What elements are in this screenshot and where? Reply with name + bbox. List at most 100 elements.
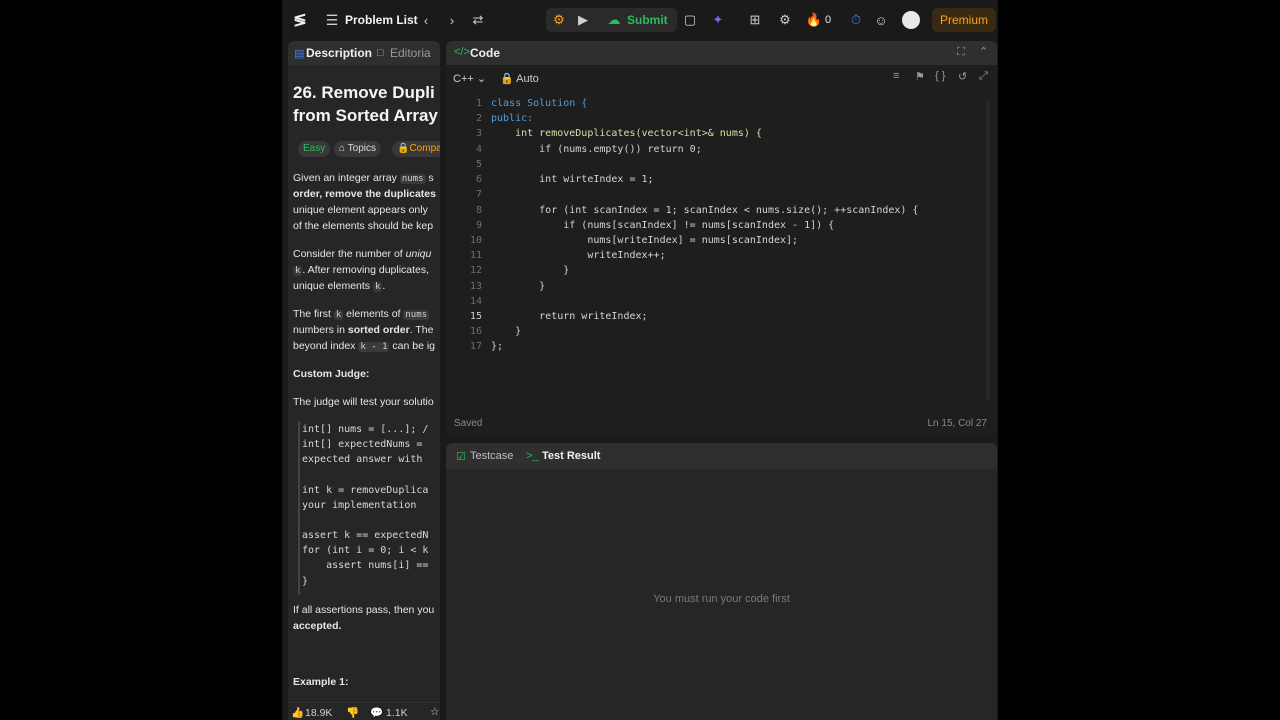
text: Consider the number of	[293, 248, 406, 260]
star-icon[interactable]: ☆	[430, 706, 439, 718]
judge-code-line: int[] nums = [...]; /	[302, 424, 429, 435]
tag-icon: ⌂	[339, 143, 348, 154]
save-status: Saved	[454, 418, 483, 429]
problem-list-link[interactable]: Problem List	[345, 13, 418, 27]
text: . After removing duplicates,	[302, 264, 430, 276]
companies-pill[interactable]: 🔒Compar	[392, 141, 440, 157]
line-number: 16	[469, 326, 482, 337]
tab-editorial[interactable]: Editoria	[390, 46, 431, 60]
tab-description[interactable]: Description	[306, 46, 372, 60]
text: numbers in	[293, 324, 348, 336]
judge-intro: The judge will test your solutio	[293, 396, 434, 408]
companies-label: Compar	[409, 143, 440, 154]
reset-icon[interactable]: ↺	[958, 70, 967, 83]
run-button[interactable]: ▶	[573, 10, 593, 30]
streak-flame-icon[interactable]: 🔥	[804, 10, 824, 30]
description-footer: 👍 18.9K 👎 💬 1.1K ☆	[288, 702, 440, 720]
code-line: public:	[491, 113, 534, 124]
text: . The	[409, 324, 434, 336]
text: The first	[293, 308, 334, 320]
text: beyond index	[293, 340, 359, 352]
code-brackets-icon: </>	[454, 46, 470, 58]
add-friend-icon[interactable]: ☺	[871, 10, 891, 30]
timer-icon[interactable]: ⏱	[846, 10, 866, 30]
comment-icon[interactable]: 💬	[370, 706, 383, 719]
like-count: 18.9K	[305, 707, 333, 719]
cursor-position: Ln 15, Col 27	[927, 418, 988, 429]
judge-code-line: expected answer with	[302, 454, 423, 465]
desc-line: unique element appears only	[293, 204, 428, 216]
code-title: Code	[470, 46, 500, 60]
auto-mode-toggle[interactable]: 🔒 Auto	[500, 72, 539, 85]
code-line: if (nums.empty()) return 0;	[491, 144, 702, 155]
difficulty-badge[interactable]: Easy	[298, 141, 331, 157]
code-line: nums[writeIndex] = nums[scanIndex];	[491, 235, 799, 246]
layout-icon[interactable]: ⊞	[745, 10, 765, 30]
maximize-icon[interactable]: ⛶	[957, 46, 965, 59]
topics-label: Topics	[347, 143, 376, 154]
code-line: return writeIndex;	[491, 311, 648, 322]
notes-icon[interactable]: ▢	[680, 10, 700, 30]
leetcode-logo-icon[interactable]: ≶	[290, 10, 310, 30]
description-tab-icon: ▤	[294, 48, 305, 60]
premium-button[interactable]: Premium	[932, 8, 996, 32]
code-editor-panel: </> Code ⛶ ⌃ C++ ⌄ 🔒 Auto ≡ ⚑ { } ↺ ⤢ 1 …	[446, 41, 997, 436]
line-number: 7	[475, 189, 482, 200]
format-icon[interactable]: ≡	[893, 70, 899, 82]
problem-list-icon[interactable]: ☰	[322, 10, 342, 30]
prev-problem-icon[interactable]: ‹	[416, 10, 436, 30]
accept-line: accepted.	[293, 620, 342, 632]
avatar[interactable]	[902, 11, 920, 29]
description-tabs: ▤ Description □ Editoria	[288, 41, 440, 65]
comment-count: 1.1K	[386, 707, 408, 719]
code-line: }	[491, 281, 546, 292]
inline-code: k - 1	[358, 342, 390, 352]
language-select[interactable]: C++ ⌄	[453, 72, 486, 85]
upload-icon: ☁	[607, 12, 621, 27]
editor-scrollbar[interactable]	[986, 101, 990, 401]
lock-icon: 🔒	[500, 73, 517, 85]
line-number: 2	[475, 113, 482, 124]
debug-icon[interactable]: ⚙	[549, 10, 569, 30]
problem-title: 26. Remove Dupli from Sorted Array	[293, 83, 438, 125]
judge-code-line: }	[302, 576, 309, 587]
text: s	[425, 172, 434, 184]
code-line: for (int scanIndex = 1; scanIndex < nums…	[491, 205, 919, 216]
line-number: 13	[469, 281, 482, 292]
desc-line: k. After removing duplicates,	[293, 262, 429, 279]
text: elements of	[343, 308, 404, 320]
desc-line: of the elements should be kep	[293, 220, 434, 232]
language-label: C++	[453, 73, 474, 85]
line-number: 11	[469, 250, 482, 261]
fullscreen-icon[interactable]: ⤢	[979, 70, 988, 83]
inline-code: k	[333, 310, 344, 320]
next-problem-icon[interactable]: ›	[442, 10, 462, 30]
dislike-icon[interactable]: 👎	[346, 706, 359, 719]
accept-line: If all assertions pass, then you	[293, 604, 435, 616]
inline-code: nums	[399, 174, 426, 184]
test-header: ☑ Testcase >_ Test Result	[446, 443, 997, 469]
terminal-icon: >_	[526, 450, 539, 462]
bookmark-icon[interactable]: ⚑	[915, 70, 925, 83]
lock-icon: 🔒	[397, 143, 410, 154]
shuffle-icon[interactable]: ⇄	[468, 10, 488, 30]
tab-test-result[interactable]: Test Result	[542, 450, 600, 462]
text: can be ig	[389, 340, 436, 352]
tab-testcase[interactable]: Testcase	[470, 450, 513, 462]
streak-count: 0	[825, 14, 832, 26]
like-icon[interactable]: 👍	[291, 706, 304, 719]
collapse-icon[interactable]: ⌃	[979, 45, 988, 58]
line-number-active: 15	[469, 311, 482, 322]
text: sorted order	[347, 324, 410, 336]
submit-button[interactable]: Submit	[627, 13, 668, 27]
settings-gear-icon[interactable]: ⚙	[775, 10, 795, 30]
braces-icon[interactable]: { }	[935, 70, 945, 82]
desc-line: beyond index k - 1 can be ig	[293, 338, 435, 355]
desc-line: Consider the number of uniqu	[293, 246, 431, 262]
topics-pill[interactable]: ⌂ Topics	[334, 141, 381, 157]
ai-assist-icon[interactable]: ✦	[708, 10, 728, 30]
example-heading: Example 1:	[293, 676, 349, 688]
code-line: writeIndex++;	[491, 250, 666, 261]
line-number: 9	[475, 220, 482, 231]
code-header: </> Code ⛶ ⌃	[446, 41, 997, 65]
